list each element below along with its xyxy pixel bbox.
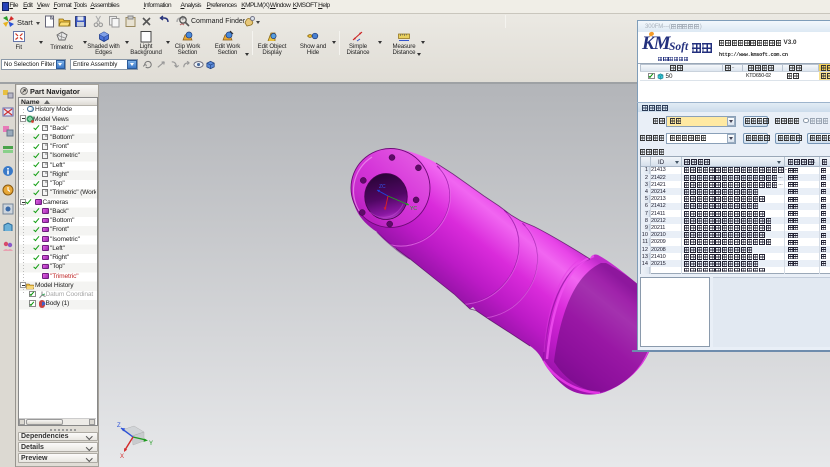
svg-text:X: X [120,454,124,460]
svg-text:Y: Y [149,441,153,447]
svg-text:Z: Z [117,423,121,429]
svg-text:ZC: ZC [379,184,386,190]
svg-text:YC: YC [410,206,417,212]
